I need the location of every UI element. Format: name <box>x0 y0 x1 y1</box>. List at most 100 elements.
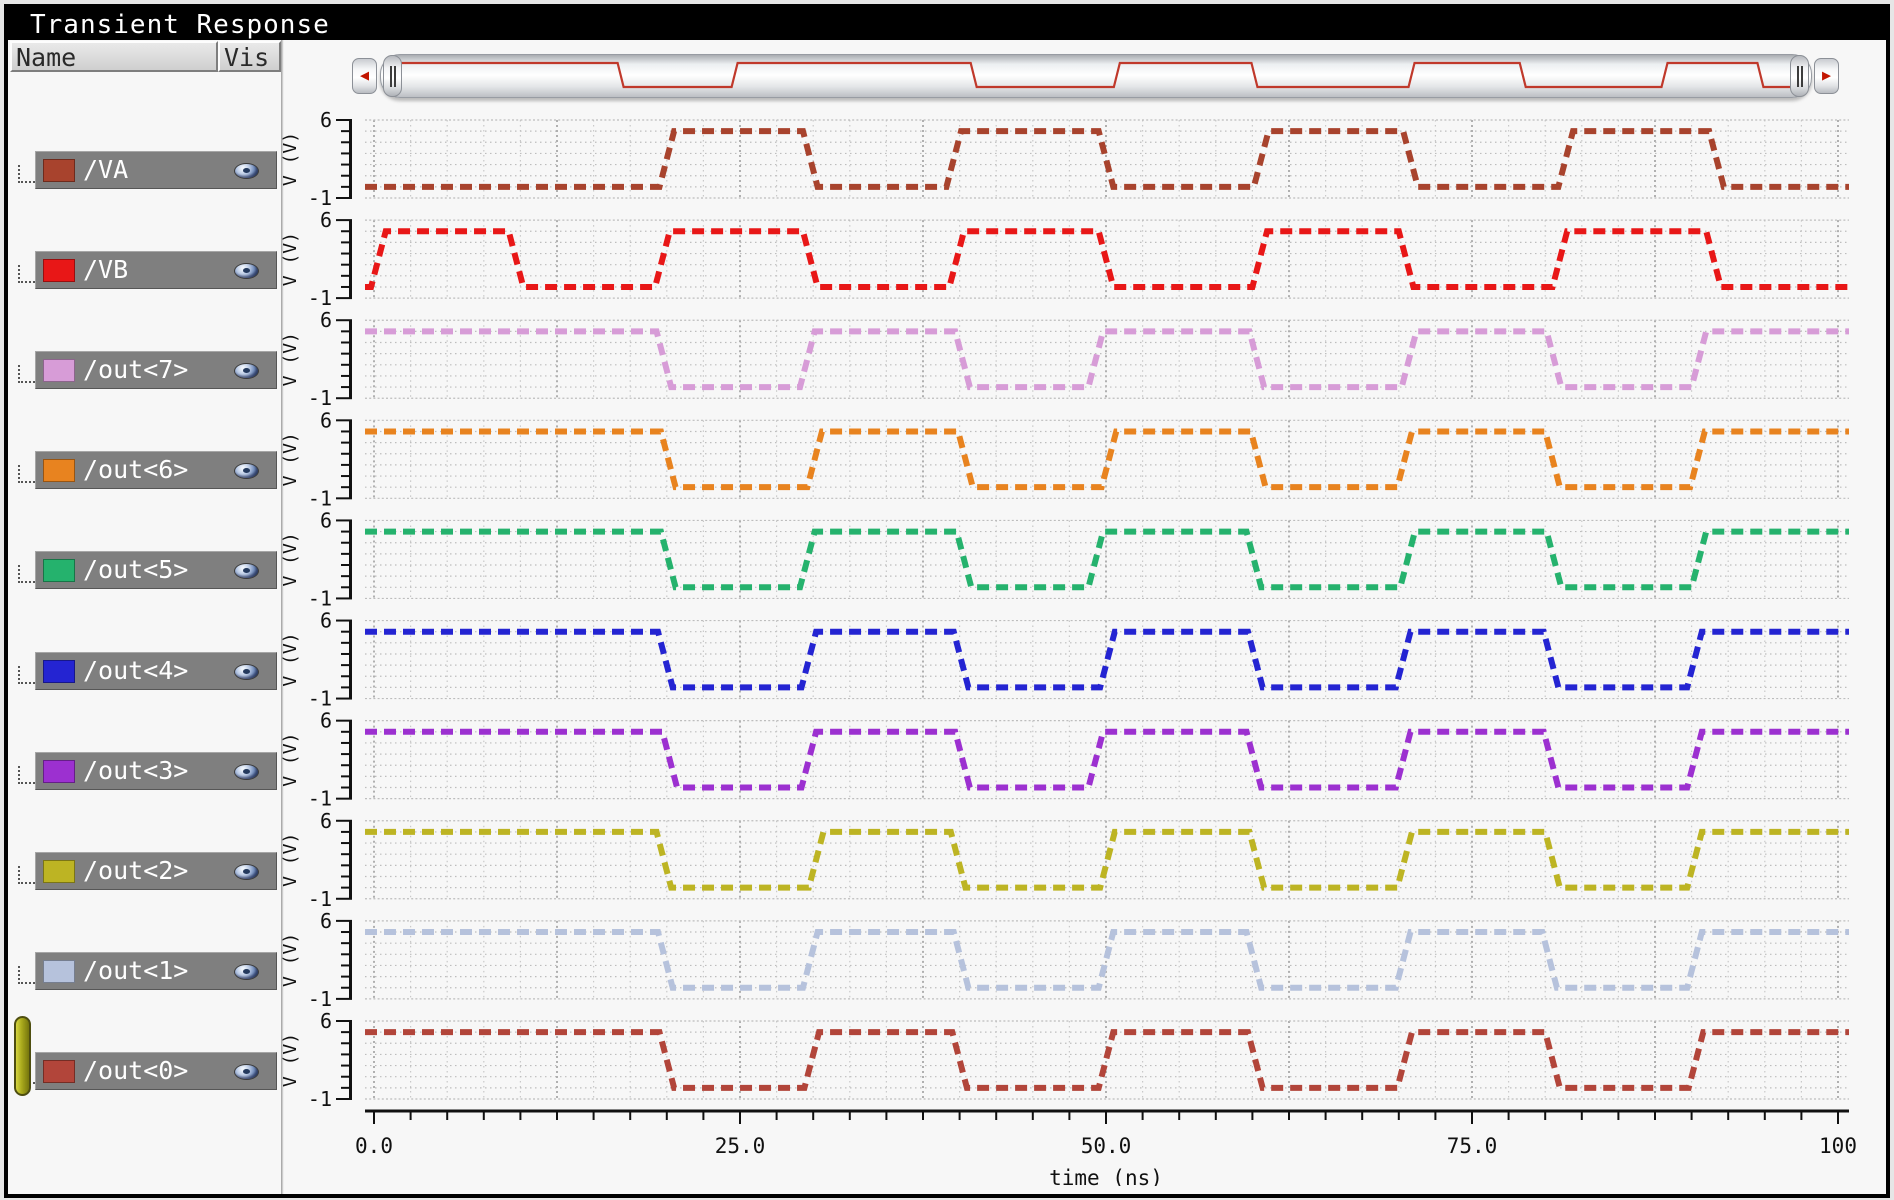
application-window: Transient Response Name Vis /VA/VB/out<7… <box>0 0 1894 1200</box>
y-axis-max-label: 6 <box>320 709 332 733</box>
title-bar: Transient Response <box>8 8 1886 40</box>
y-axis-min-label: -1 <box>308 1087 332 1111</box>
signal-color-swatch <box>43 860 75 883</box>
y-axis-max-label: 6 <box>320 909 332 933</box>
visibility-eye-icon[interactable] <box>234 864 259 880</box>
panel-plot-divider[interactable] <box>281 40 284 1194</box>
waveform-trace[interactable] <box>365 832 1849 888</box>
visibility-eye-icon[interactable] <box>234 664 259 680</box>
y-axis-max-label: 6 <box>320 208 332 232</box>
tree-branch-icon <box>18 966 35 984</box>
y-axis-min-label: -1 <box>308 887 332 911</box>
y-axis-min-label: -1 <box>308 286 332 310</box>
signal-list-panel: Name Vis /VA/VB/out<7> /out<6> /out<5> /out… <box>8 40 281 1194</box>
overview-scrollbar[interactable] <box>380 54 1812 98</box>
signal-row[interactable]: /VA <box>35 151 277 189</box>
visibility-eye-icon[interactable] <box>234 964 259 980</box>
tree-branch-icon <box>18 265 35 283</box>
y-axis-min-label: -1 <box>308 186 332 210</box>
x-axis-tick-label: 100 <box>1819 1134 1857 1158</box>
y-axis-line <box>349 620 352 700</box>
window-title: Transient Response <box>30 10 330 40</box>
tree-branch-icon <box>18 666 35 684</box>
signal-name-label: /out<3> <box>83 753 188 788</box>
column-header-vis[interactable]: Vis <box>218 41 281 72</box>
y-axis-min-label: -1 <box>308 486 332 510</box>
y-axis-min-label: -1 <box>308 787 332 811</box>
tree-branch-icon <box>18 465 35 483</box>
visibility-eye-icon[interactable] <box>234 463 259 479</box>
signal-name-label: /out<7> <box>83 352 188 387</box>
signal-name-label: /out<2> <box>83 853 188 888</box>
x-axis-tick-label: 75.0 <box>1447 1134 1498 1158</box>
y-axis-max-label: 6 <box>320 1009 332 1033</box>
tree-branch-icon <box>18 565 35 583</box>
vertical-scroll-thumb[interactable] <box>14 1016 31 1096</box>
y-axis-line <box>349 319 352 399</box>
y-axis-line <box>349 820 352 900</box>
y-axis-line <box>349 219 352 299</box>
signal-color-swatch <box>43 960 75 983</box>
visibility-eye-icon[interactable] <box>234 163 259 179</box>
y-axis-line <box>349 720 352 800</box>
signal-row[interactable]: /out<4> <box>35 652 277 690</box>
y-axis-line <box>349 519 352 599</box>
waveform-trace[interactable] <box>365 632 1849 688</box>
visibility-eye-icon[interactable] <box>234 363 259 379</box>
visibility-eye-icon[interactable] <box>234 563 259 579</box>
overview-scroll-left-button[interactable]: ◀ <box>352 58 377 94</box>
window-frame: Transient Response Name Vis /VA/VB/out<7… <box>4 4 1890 1198</box>
signal-row[interactable]: /out<1> <box>35 952 277 990</box>
visibility-eye-icon[interactable] <box>234 263 259 279</box>
waveform-trace[interactable] <box>365 1032 1849 1088</box>
overview-mini-trace <box>381 55 1811 97</box>
y-axis-line <box>349 1020 352 1100</box>
tree-branch-icon <box>18 766 35 784</box>
signal-name-label: /out<0> <box>83 1053 188 1088</box>
waveform-trace[interactable] <box>365 131 1849 187</box>
waveform-trace[interactable] <box>365 231 1849 287</box>
signal-name-label: /out<6> <box>83 452 188 487</box>
signal-color-swatch <box>43 760 75 783</box>
signal-row[interactable]: /out<5> <box>35 551 277 589</box>
waveform-trace[interactable] <box>365 932 1849 988</box>
y-axis-max-label: 6 <box>320 809 332 833</box>
signal-name-label: /VB <box>83 252 128 287</box>
y-axis-line <box>349 119 352 199</box>
waveform-trace[interactable] <box>365 732 1849 788</box>
signal-color-swatch <box>43 660 75 683</box>
signal-row[interactable]: /out<6> <box>35 451 277 489</box>
waveform-plot-area: 6-1V (V)6-1V (V)6-1V (V)6-1V (V)6-1V (V)… <box>8 8 1894 1186</box>
visibility-eye-icon[interactable] <box>234 764 259 780</box>
y-axis-line <box>349 419 352 499</box>
tree-branch-icon <box>18 165 35 183</box>
waveform-trace[interactable] <box>365 431 1849 487</box>
overview-trace-line <box>401 63 1791 87</box>
waveform-trace[interactable] <box>365 331 1849 387</box>
signal-row[interactable]: /VB <box>35 251 277 289</box>
signal-name-label: /VA <box>83 152 128 187</box>
waveform-trace[interactable] <box>365 532 1849 588</box>
signal-row[interactable]: /out<7> <box>35 351 277 389</box>
y-axis-min-label: -1 <box>308 386 332 410</box>
tree-branch-icon <box>18 365 35 383</box>
overview-left-zoom-grip[interactable] <box>383 55 402 97</box>
signal-name-label: /out<5> <box>83 552 188 587</box>
y-axis-min-label: -1 <box>308 586 332 610</box>
column-header-name[interactable]: Name <box>10 41 218 72</box>
signal-color-swatch <box>43 559 75 582</box>
y-axis-max-label: 6 <box>320 108 332 132</box>
y-axis-min-label: -1 <box>308 687 332 711</box>
signal-color-swatch <box>43 1060 75 1083</box>
signal-row[interactable]: /out<0> <box>35 1052 277 1090</box>
y-axis-max-label: 6 <box>320 508 332 532</box>
signal-row[interactable]: /out<3> <box>35 752 277 790</box>
signal-color-swatch <box>43 359 75 382</box>
x-axis-tick-label: 50.0 <box>1081 1134 1132 1158</box>
signal-name-label: /out<1> <box>83 953 188 988</box>
visibility-eye-icon[interactable] <box>234 1064 259 1080</box>
tree-branch-icon <box>18 866 35 884</box>
overview-right-zoom-grip[interactable] <box>1790 55 1809 97</box>
signal-row[interactable]: /out<2> <box>35 852 277 890</box>
overview-scroll-right-button[interactable]: ▶ <box>1814 58 1839 94</box>
